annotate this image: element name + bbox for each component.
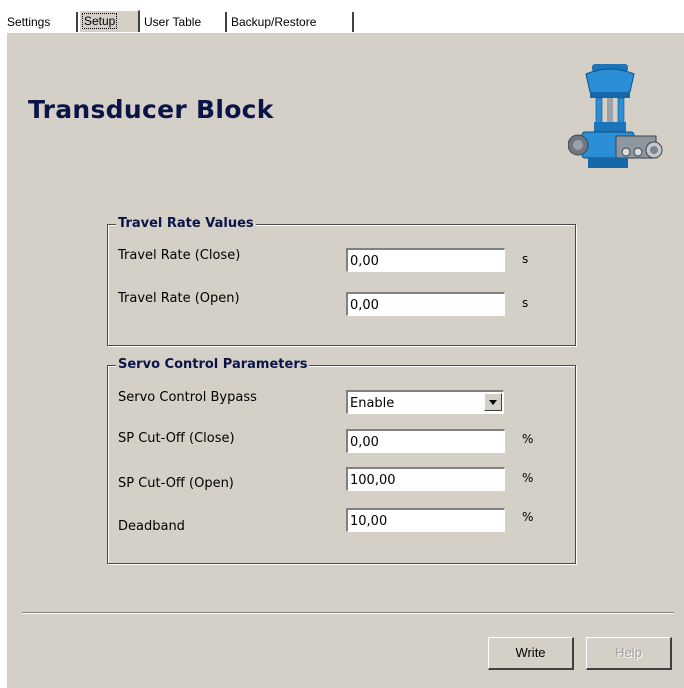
group-legend: Servo Control Parameters	[116, 357, 310, 372]
sp-cutoff-open-label: SP Cut-Off (Open)	[118, 476, 234, 491]
tab-label: User Table	[144, 15, 202, 29]
travel-rate-group: Travel Rate Values	[107, 216, 576, 346]
unit-label: %	[522, 510, 534, 524]
deadband-label: Deadband	[118, 519, 185, 534]
valve-icon	[568, 64, 663, 168]
travel-rate-open-field[interactable]: 0,00	[346, 292, 505, 316]
tab-label: Setup	[81, 13, 118, 29]
dropdown-value: Enable	[350, 396, 395, 411]
divider	[22, 612, 674, 614]
tab-label: Backup/Restore	[231, 15, 317, 29]
tab-setup[interactable]: Setup	[79, 10, 140, 32]
tab-strip: Settings Setup User Table Backup/Restore	[0, 0, 684, 34]
unit-label: s	[522, 296, 529, 310]
sp-cutoff-close-label: SP Cut-Off (Close)	[118, 431, 235, 446]
write-button[interactable]: Write	[488, 637, 574, 670]
unit-label: s	[522, 252, 529, 266]
tab-label: Settings	[7, 15, 51, 29]
servo-bypass-label: Servo Control Bypass	[118, 390, 257, 405]
unit-label: %	[522, 432, 534, 446]
travel-rate-close-label: Travel Rate (Close)	[118, 248, 241, 263]
travel-rate-close-field[interactable]: 0,00	[346, 248, 505, 272]
chevron-down-icon[interactable]	[484, 393, 502, 411]
unit-label: %	[522, 471, 534, 485]
tab-backup-restore[interactable]: Backup/Restore	[228, 12, 354, 32]
tab-settings[interactable]: Settings	[4, 12, 78, 32]
group-legend: Travel Rate Values	[116, 216, 256, 231]
sp-cutoff-open-field[interactable]: 100,00	[346, 467, 505, 491]
page-title: Transducer Block	[28, 95, 274, 124]
travel-rate-open-label: Travel Rate (Open)	[118, 291, 240, 306]
help-button[interactable]: Help	[586, 637, 672, 670]
deadband-field[interactable]: 10,00	[346, 508, 505, 532]
servo-bypass-dropdown[interactable]: Enable	[346, 390, 504, 414]
sp-cutoff-close-field[interactable]: 0,00	[346, 429, 505, 453]
tab-user-table[interactable]: User Table	[141, 12, 227, 32]
